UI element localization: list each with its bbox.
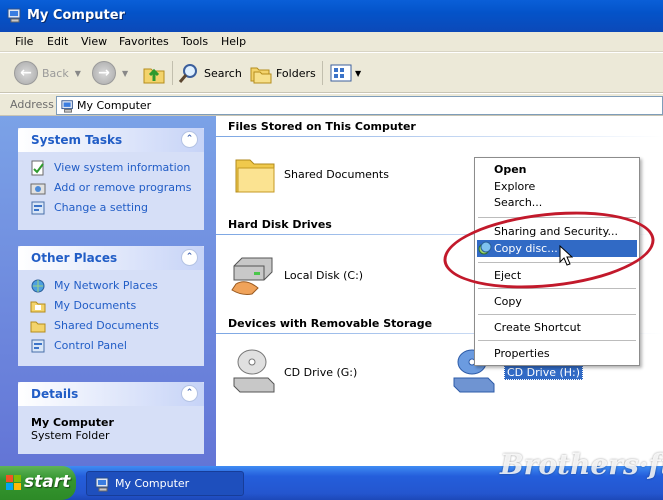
- up-folder-icon: [143, 68, 165, 84]
- details-title: Details: [31, 387, 79, 401]
- search-label: Search: [204, 66, 242, 80]
- task-link-text: Change a setting: [54, 201, 148, 214]
- computer-icon: [61, 100, 73, 113]
- task-link-text: View system information: [54, 161, 191, 174]
- folders-label: Folders: [276, 66, 316, 80]
- menu-help[interactable]: Help: [221, 35, 246, 48]
- menu-item-search[interactable]: Search...: [477, 194, 637, 211]
- item-cd-drive-g[interactable]: CD Drive (G:): [232, 348, 357, 396]
- back-dropdown-icon[interactable]: ▼: [75, 69, 81, 78]
- forward-arrow-icon: →: [92, 61, 116, 85]
- item-label-selected: CD Drive (H:): [504, 364, 584, 380]
- menu-view[interactable]: View: [81, 35, 107, 48]
- item-shared-documents[interactable]: Shared Documents: [234, 154, 389, 194]
- my-documents-icon: [30, 301, 46, 313]
- title-bar[interactable]: My Computer: [0, 0, 663, 32]
- folders-icon: [250, 67, 272, 84]
- menu-bar: File Edit View Favorites Tools Help: [0, 32, 663, 52]
- start-button[interactable]: start: [0, 466, 76, 500]
- up-folder-button[interactable]: [142, 59, 166, 87]
- search-button[interactable]: Search: [178, 59, 242, 87]
- place-link-text: My Documents: [54, 299, 137, 312]
- control-panel-icon: [31, 201, 45, 215]
- search-icon: [178, 64, 197, 83]
- menu-file[interactable]: File: [15, 35, 33, 48]
- task-add-remove-programs[interactable]: Add or remove programs: [18, 178, 204, 198]
- group-header-files: Files Stored on This Computer: [228, 120, 416, 133]
- taskbar-item-label: My Computer: [115, 477, 190, 490]
- other-places-title: Other Places: [31, 251, 118, 265]
- system-tasks-box: System Tasks ⌃ View system information A…: [18, 128, 204, 230]
- task-link-text: Add or remove programs: [54, 181, 192, 194]
- address-bar: Address My Computer: [0, 94, 663, 116]
- details-box: Details ⌃ My Computer System Folder: [18, 382, 204, 454]
- details-header[interactable]: Details ⌃: [18, 382, 204, 406]
- system-info-icon: [31, 160, 44, 176]
- group-header-removable: Devices with Removable Storage: [228, 317, 433, 330]
- network-places-icon: [31, 279, 45, 293]
- window-title: My Computer: [27, 8, 125, 23]
- watermark: Brothers·ft: [500, 448, 663, 481]
- menu-item-properties[interactable]: Properties: [477, 345, 637, 362]
- item-label: CD Drive (G:): [284, 365, 358, 379]
- folders-button[interactable]: Folders: [250, 59, 316, 87]
- taskbar-item-my-computer[interactable]: My Computer: [86, 471, 244, 496]
- item-label: Local Disk (C:): [284, 268, 364, 282]
- folder-icon: [235, 159, 275, 193]
- collapse-chevron-icon[interactable]: ⌃: [181, 131, 198, 148]
- menu-tools[interactable]: Tools: [181, 35, 208, 48]
- windows-flag-icon: [6, 475, 21, 490]
- computer-icon: [95, 477, 109, 492]
- back-button[interactable]: ← Back ▼: [14, 59, 81, 87]
- system-tasks-title: System Tasks: [31, 133, 123, 147]
- toolbar: ← Back ▼ → ▼ Search Folders ▼: [0, 53, 663, 93]
- back-label: Back: [42, 66, 69, 80]
- place-network[interactable]: My Network Places: [18, 276, 204, 296]
- group-header-hdd: Hard Disk Drives: [228, 218, 332, 231]
- address-field[interactable]: My Computer: [56, 96, 663, 115]
- views-icon: [330, 64, 352, 82]
- item-label: Shared Documents: [284, 167, 389, 181]
- other-places-box: Other Places ⌃ My Network Places My Docu…: [18, 246, 204, 366]
- task-pane: System Tasks ⌃ View system information A…: [0, 116, 216, 466]
- collapse-chevron-icon[interactable]: ⌃: [181, 385, 198, 402]
- task-change-setting[interactable]: Change a setting: [18, 198, 204, 218]
- collapse-chevron-icon[interactable]: ⌃: [181, 249, 198, 266]
- place-shared-documents[interactable]: Shared Documents: [18, 316, 204, 336]
- place-link-text: Control Panel: [54, 339, 127, 352]
- menu-item-open[interactable]: Open: [477, 161, 637, 178]
- shared-folder-icon: [30, 321, 46, 333]
- place-link-text: My Network Places: [54, 279, 158, 292]
- hard-disk-icon: [231, 257, 273, 295]
- forward-button[interactable]: → ▼: [92, 59, 128, 87]
- details-name: My Computer: [31, 416, 114, 429]
- details-type: System Folder: [31, 429, 110, 442]
- system-tasks-header[interactable]: System Tasks ⌃: [18, 128, 204, 152]
- menu-favorites[interactable]: Favorites: [119, 35, 169, 48]
- address-value: My Computer: [77, 99, 152, 112]
- place-control-panel[interactable]: Control Panel: [18, 336, 204, 356]
- control-panel-icon: [31, 339, 45, 353]
- address-label: Address: [10, 98, 54, 111]
- place-my-documents[interactable]: My Documents: [18, 296, 204, 316]
- place-link-text: Shared Documents: [54, 319, 159, 332]
- computer-icon: [7, 8, 21, 23]
- add-remove-icon: [30, 183, 46, 195]
- cd-drive-icon: [233, 349, 275, 393]
- views-dropdown-icon[interactable]: ▼: [355, 69, 361, 78]
- item-local-disk-c[interactable]: Local Disk (C:): [230, 254, 363, 296]
- menu-edit[interactable]: Edit: [47, 35, 68, 48]
- menu-item-create-shortcut[interactable]: Create Shortcut: [477, 319, 637, 336]
- menu-item-explore[interactable]: Explore: [477, 178, 637, 195]
- views-button[interactable]: ▼: [330, 59, 361, 87]
- menu-item-copy[interactable]: Copy: [477, 293, 637, 310]
- task-view-system-info[interactable]: View system information: [18, 158, 204, 178]
- other-places-header[interactable]: Other Places ⌃: [18, 246, 204, 270]
- start-label: start: [24, 472, 71, 492]
- forward-dropdown-icon[interactable]: ▼: [122, 69, 128, 78]
- back-arrow-icon: ←: [14, 61, 38, 85]
